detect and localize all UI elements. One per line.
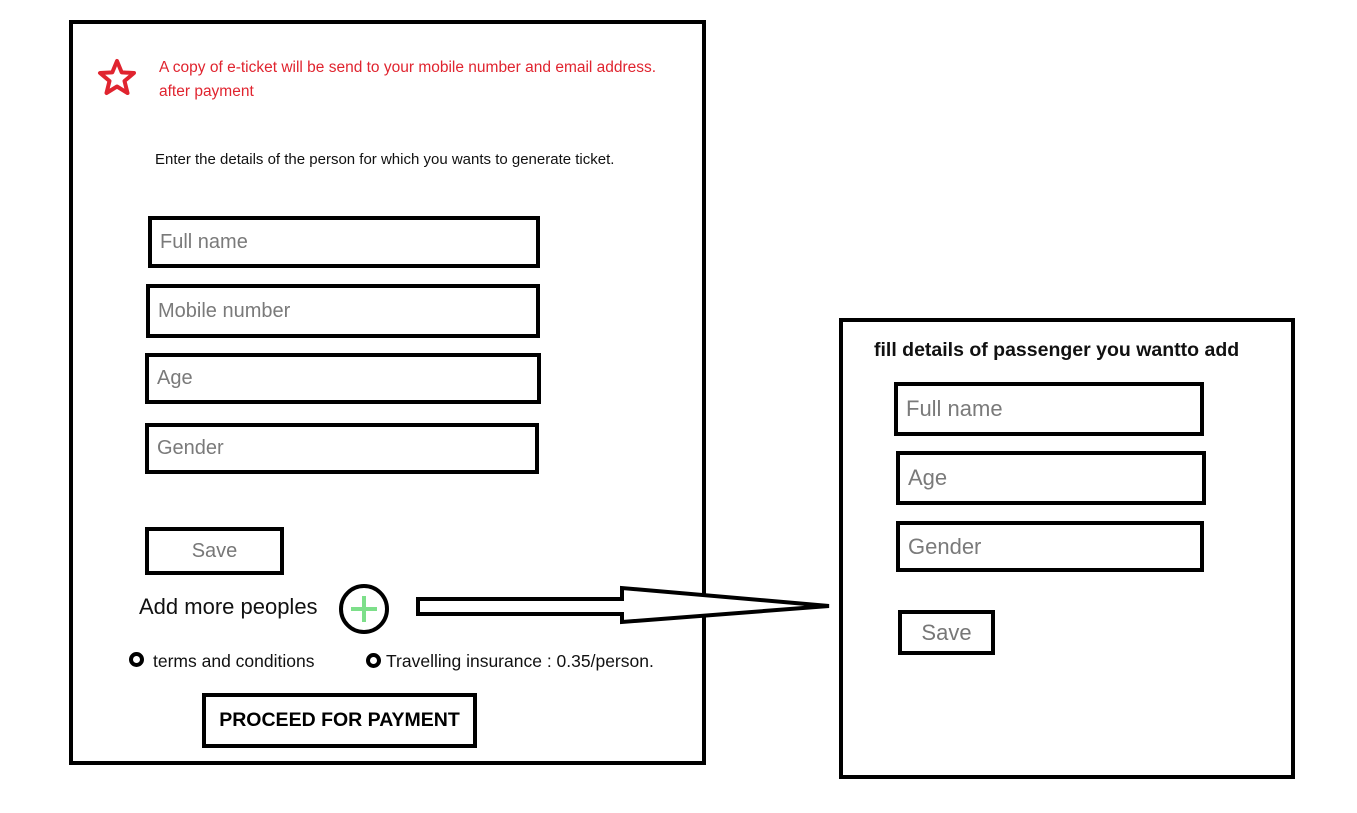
- terms-label: terms and conditions: [153, 651, 315, 671]
- age-input[interactable]: [145, 353, 541, 404]
- add-more-label: Add more peoples: [139, 594, 318, 619]
- add-passenger-title: fill details of passenger you wantto add: [874, 339, 1240, 361]
- full-name-input[interactable]: [148, 216, 540, 268]
- terms-radio[interactable]: [129, 652, 144, 667]
- notice-line-1: A copy of e-ticket will be send to your …: [159, 59, 657, 76]
- passenger-gender-input[interactable]: [896, 521, 1204, 572]
- notice-line-2: after payment: [159, 83, 254, 100]
- right-arrow-icon: [416, 585, 830, 625]
- passenger-age-input[interactable]: [896, 451, 1206, 505]
- plus-circle-icon[interactable]: [337, 582, 391, 636]
- instructions-text: Enter the details of the person for whic…: [155, 151, 615, 168]
- insurance-radio[interactable]: [366, 653, 381, 668]
- proceed-payment-button[interactable]: PROCEED FOR PAYMENT: [202, 693, 477, 748]
- ticket-details-panel: A copy of e-ticket will be send to your …: [69, 20, 706, 765]
- passenger-full-name-input[interactable]: [894, 382, 1204, 436]
- save-button[interactable]: Save: [145, 527, 284, 575]
- mobile-number-input[interactable]: [146, 284, 540, 338]
- e-ticket-notice: A copy of e-ticket will be send to your …: [159, 56, 656, 104]
- star-icon: [98, 59, 136, 95]
- insurance-label: Travelling insurance : 0.35/person.: [386, 651, 654, 671]
- passenger-save-button[interactable]: Save: [898, 610, 995, 655]
- add-passenger-panel: fill details of passenger you wantto add…: [839, 318, 1295, 779]
- gender-input[interactable]: [145, 423, 539, 474]
